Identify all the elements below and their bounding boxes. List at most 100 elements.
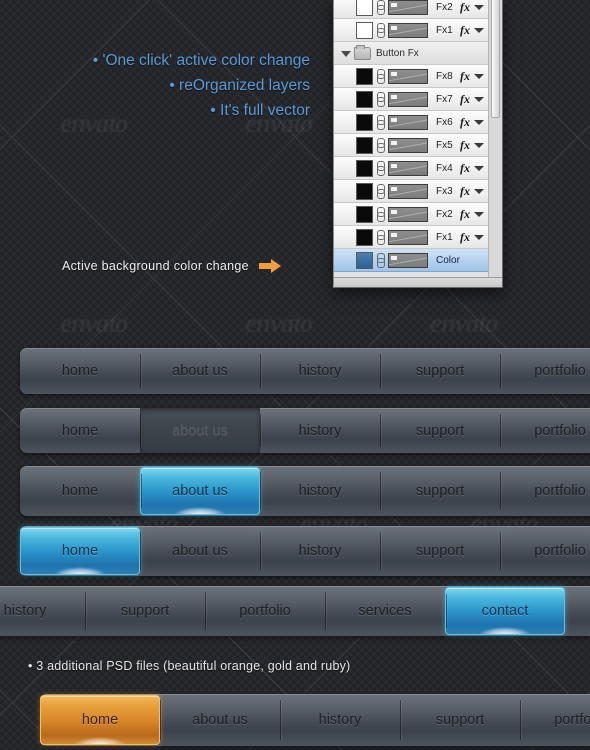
chevron-down-icon[interactable] [474,96,484,102]
layer-thumbnail[interactable] [356,205,373,223]
nav-item-about-us[interactable]: about us [140,526,260,576]
chevron-down-icon[interactable] [474,73,484,79]
layer-row[interactable]: Fx5 fx [334,134,488,157]
nav-item-home[interactable]: home [20,527,140,575]
nav-item-support[interactable]: support [380,526,500,576]
chevron-down-icon[interactable] [474,119,484,125]
nav-item-support[interactable]: support [400,694,520,746]
link-mask-icon[interactable] [375,22,385,39]
nav-item-portfolio[interactable]: portfolio [500,348,590,394]
nav-item-history[interactable]: history [260,348,380,394]
layer-thumbnail[interactable] [356,90,373,108]
disclosure-triangle-icon[interactable] [340,48,351,59]
layer-thumbnail[interactable] [356,159,373,177]
layer-mask-thumbnail[interactable] [388,22,428,38]
layer-thumbnail[interactable] [356,251,373,269]
layer-mask-thumbnail[interactable] [388,137,428,153]
chevron-down-icon[interactable] [474,27,484,33]
layer-mask-thumbnail[interactable] [388,114,428,130]
nav-item-portfolio[interactable]: portfolio [500,526,590,576]
layer-thumbnail[interactable] [356,228,373,246]
layer-mask-thumbnail[interactable] [388,91,428,107]
nav-item-history[interactable]: history [280,694,400,746]
nav-item-about-us[interactable]: about us [140,348,260,394]
layer-row[interactable]: Fx1 fx [334,19,488,42]
nav-item-support[interactable]: support [85,586,205,636]
layer-row[interactable]: Fx1 fx [334,226,488,249]
layer-row[interactable]: Fx6 fx [334,111,488,134]
nav-item-portfolio[interactable]: portfolio [205,586,325,636]
nav-item-support[interactable]: support [380,348,500,394]
nav-item-contact[interactable]: contact [445,587,565,635]
fx-icon[interactable]: fx [460,138,470,153]
fx-icon[interactable]: fx [460,230,470,245]
layer-mask-thumbnail[interactable] [388,160,428,176]
layer-thumbnail[interactable] [356,21,373,39]
nav-item-support[interactable]: support [380,466,500,516]
link-mask-icon[interactable] [375,183,385,200]
layer-thumbnail[interactable] [356,113,373,131]
layer-row[interactable]: Fx2 fx [334,203,488,226]
fx-icon[interactable]: fx [460,69,470,84]
layer-thumbnail[interactable] [356,0,373,16]
layer-group-row[interactable]: Button Fx [334,42,488,65]
nav-item-portfolio[interactable]: portfolio [500,408,590,453]
chevron-down-icon[interactable] [474,211,484,217]
chevron-down-icon[interactable] [474,188,484,194]
nav-item-home[interactable]: home [20,348,140,394]
nav-item-portfolio[interactable]: portfolio [520,694,590,746]
nav-item-about-us[interactable]: about us [160,694,280,746]
link-mask-icon[interactable] [375,206,385,223]
nav-item-home[interactable]: home [40,695,160,745]
layer-row[interactable]: Fx8 fx [334,65,488,88]
layers-scrollbar[interactable] [488,0,502,277]
nav-item-services[interactable]: services [325,586,445,636]
fx-icon[interactable]: fx [460,23,470,38]
chevron-down-icon[interactable] [474,4,484,10]
nav-item-home[interactable]: home [20,466,140,516]
nav-item-home[interactable]: home [20,408,140,453]
fx-icon[interactable]: fx [460,115,470,130]
link-mask-icon[interactable] [375,160,385,177]
nav-item-history[interactable]: history [0,586,85,636]
fx-icon[interactable]: fx [460,161,470,176]
chevron-down-icon[interactable] [474,234,484,240]
nav-item-about-us[interactable]: about us [140,467,260,515]
layer-thumbnail[interactable] [356,67,373,85]
nav-item-history[interactable]: history [260,526,380,576]
link-mask-icon[interactable] [375,0,385,16]
fx-icon[interactable]: fx [460,0,470,15]
layer-mask-thumbnail[interactable] [388,183,428,199]
layers-scrollbar-thumb[interactable] [491,0,500,118]
layer-row[interactable]: Color [334,249,488,272]
fx-icon[interactable]: fx [460,92,470,107]
layer-row[interactable]: Fx2 fx [334,0,488,19]
photoshop-layers-panel[interactable]: Fx2 fx Fx1 fx Button Fx Fx8 fx Fx7 fx Fx6 fx Fx5 fx F… [333,0,503,288]
link-mask-icon[interactable] [375,229,385,246]
nav-item-support[interactable]: support [380,408,500,453]
link-mask-icon[interactable] [375,137,385,154]
link-mask-icon[interactable] [375,114,385,131]
layer-thumbnail[interactable] [356,136,373,154]
chevron-down-icon[interactable] [474,142,484,148]
link-mask-icon[interactable] [375,252,385,269]
layer-mask-thumbnail[interactable] [388,229,428,245]
nav-item-about-us[interactable]: about us [140,408,260,453]
fx-icon[interactable]: fx [460,207,470,222]
layer-thumbnail[interactable] [356,182,373,200]
nav-item-portfolio[interactable]: portfolio [500,466,590,516]
nav-item-history[interactable]: history [260,408,380,453]
layer-mask-thumbnail[interactable] [388,206,428,222]
fx-icon[interactable]: fx [460,184,470,199]
layers-list[interactable]: Fx2 fx Fx1 fx Button Fx Fx8 fx Fx7 fx Fx6 fx Fx5 fx F… [334,0,488,277]
layer-mask-thumbnail[interactable] [388,68,428,84]
chevron-down-icon[interactable] [474,165,484,171]
layer-row[interactable]: Fx4 fx [334,157,488,180]
layer-mask-thumbnail[interactable] [388,0,428,15]
layer-row[interactable]: Fx3 fx [334,180,488,203]
nav-item-history[interactable]: history [260,466,380,516]
link-mask-icon[interactable] [375,91,385,108]
layer-mask-thumbnail[interactable] [388,252,428,268]
layer-row[interactable]: Fx7 fx [334,88,488,111]
link-mask-icon[interactable] [375,68,385,85]
